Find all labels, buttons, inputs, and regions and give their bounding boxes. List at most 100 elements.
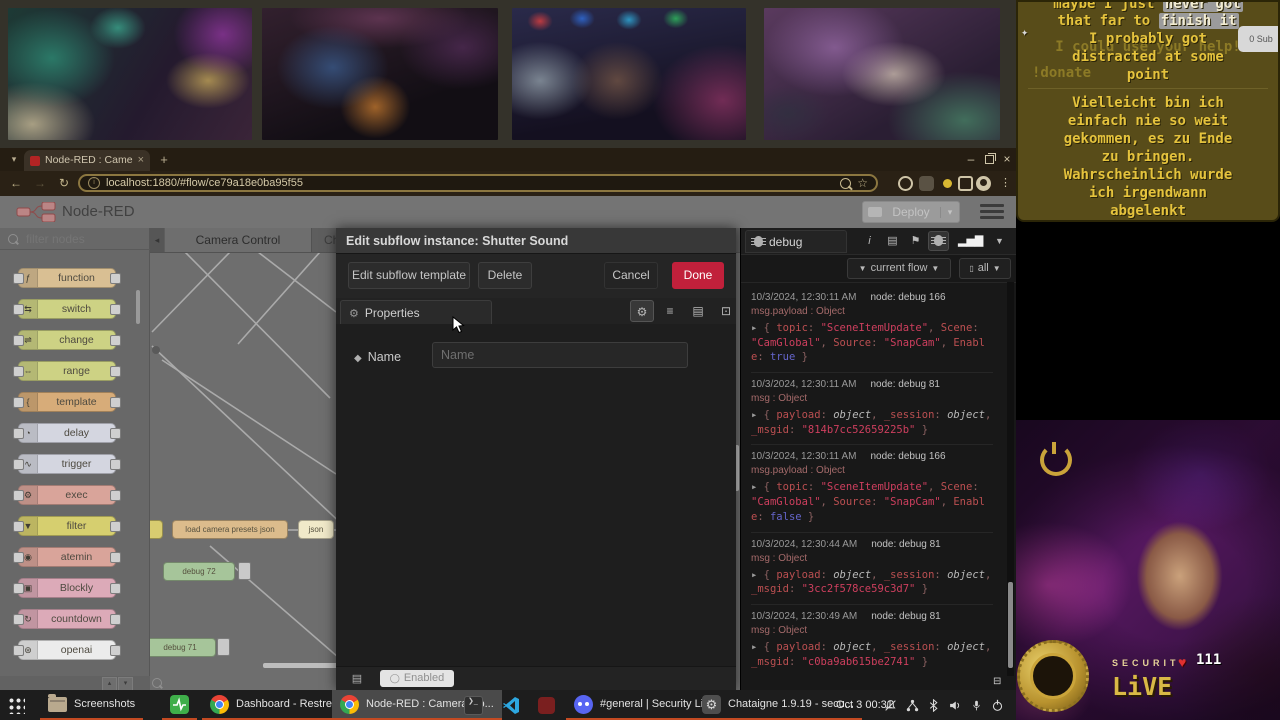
taskbar-item-screenshots[interactable]: Screenshots bbox=[40, 690, 143, 720]
palette-node-change[interactable]: ⇌change bbox=[18, 330, 116, 350]
flow-node-debug[interactable]: debug 71 bbox=[150, 638, 216, 657]
palette-node-template[interactable]: {template bbox=[18, 392, 116, 412]
profile-avatar[interactable] bbox=[976, 176, 991, 191]
palette-node-exec[interactable]: ⚙exec bbox=[18, 485, 116, 505]
scrollbar-thumb[interactable] bbox=[1008, 582, 1013, 668]
debug-tab[interactable]: debug bbox=[745, 230, 847, 253]
tab-properties[interactable]: ⚙Properties bbox=[340, 300, 492, 324]
taskbar-item-vscode[interactable] bbox=[494, 690, 529, 720]
docs-book-icon[interactable]: ▤ bbox=[348, 671, 366, 687]
debug-toggle-button[interactable] bbox=[217, 638, 230, 656]
window-close-button[interactable]: × bbox=[998, 151, 1016, 167]
palette-node-trigger[interactable]: ∿trigger bbox=[18, 454, 116, 474]
palette-node-atemin[interactable]: ◉atemin bbox=[18, 547, 116, 567]
bluetooth-icon[interactable] bbox=[928, 699, 939, 712]
palette-node-range[interactable]: ⇔range bbox=[18, 361, 116, 381]
extension-icon-3[interactable] bbox=[940, 176, 955, 191]
deploy-button[interactable]: Deploy ▾ bbox=[862, 201, 960, 223]
debug-msg-body[interactable]: ▸ { topic: "SceneItemUpdate", Scene: "Ca… bbox=[751, 480, 993, 524]
flow-node-small[interactable] bbox=[150, 520, 163, 539]
zoom-icon[interactable] bbox=[840, 178, 851, 189]
clear-all-button[interactable]: ▯all▼ bbox=[959, 258, 1011, 279]
taskbar-item-app[interactable] bbox=[530, 690, 563, 720]
power-icon[interactable] bbox=[991, 699, 1004, 712]
taskbar-item-monitor[interactable] bbox=[162, 690, 197, 720]
flag-icon[interactable]: ⚑ bbox=[905, 231, 926, 251]
palette-collapse-up-icon[interactable]: ▴ bbox=[102, 677, 117, 691]
edit-subflow-template-button[interactable]: Edit subflow template bbox=[348, 262, 470, 289]
debug-message: 10/3/2024, 12:30:11 AMnode: debug 166msg… bbox=[751, 445, 993, 532]
flow-tab-camera-control[interactable]: Camera Control bbox=[165, 228, 312, 252]
reload-button[interactable]: ↻ bbox=[56, 175, 72, 191]
site-info-icon[interactable]: i bbox=[88, 177, 100, 189]
horizontal-scrollbar[interactable] bbox=[263, 663, 340, 668]
chevron-down-icon[interactable]: ▼ bbox=[989, 231, 1010, 251]
node-input-port bbox=[13, 583, 24, 594]
node-output-port bbox=[110, 552, 121, 563]
debug-scrollbar[interactable] bbox=[1007, 282, 1014, 676]
workspace-search-icon[interactable] bbox=[152, 678, 162, 688]
back-button[interactable]: ← bbox=[8, 175, 24, 191]
microphone-icon[interactable] bbox=[971, 699, 982, 712]
palette-node-openai[interactable]: ⊛openai bbox=[18, 640, 116, 660]
palette-scrollbar[interactable] bbox=[136, 290, 140, 324]
network-share-icon[interactable] bbox=[906, 699, 919, 712]
done-button[interactable]: Done bbox=[672, 262, 724, 289]
filter-current-flow-button[interactable]: ▼current flow▼ bbox=[847, 258, 951, 279]
extensions-puzzle-icon[interactable] bbox=[958, 176, 973, 191]
palette-node-filter[interactable]: ▼filter bbox=[18, 516, 116, 536]
extension-icon-2[interactable] bbox=[919, 176, 934, 191]
debug-msg-body[interactable]: ▸ { payload: object, _session: object, _… bbox=[751, 640, 993, 669]
extension-icon-1[interactable] bbox=[898, 176, 913, 191]
debug-toggle-button[interactable] bbox=[238, 562, 251, 580]
info-icon[interactable]: i bbox=[859, 231, 880, 251]
help-book-icon[interactable]: ▤ bbox=[882, 231, 903, 251]
window-restore-button[interactable] bbox=[980, 151, 998, 167]
flow-node-json[interactable]: json bbox=[298, 520, 334, 539]
debug-msg-body[interactable]: ▸ { payload: object, _session: object, _… bbox=[751, 408, 993, 437]
url-bar[interactable]: i localhost:1880/#flow/ce79a18e0ba95f55 … bbox=[78, 174, 878, 192]
browser-tab[interactable]: Node-RED : Camera Co × bbox=[24, 150, 150, 171]
debug-message: 10/3/2024, 12:30:11 AMnode: debug 166msg… bbox=[751, 286, 993, 373]
palette-collapse-down-icon[interactable]: ▾ bbox=[118, 677, 133, 691]
forward-button[interactable]: → bbox=[32, 175, 48, 191]
volume-icon[interactable] bbox=[948, 699, 962, 712]
notifications-muted-icon[interactable] bbox=[884, 699, 897, 712]
list-icon[interactable]: ≡ bbox=[658, 300, 682, 322]
node-output-port bbox=[110, 645, 121, 656]
bookmark-star-icon[interactable]: ☆ bbox=[857, 176, 868, 190]
main-menu-icon[interactable] bbox=[980, 204, 1004, 220]
palette-node-Blockly[interactable]: ▣Blockly bbox=[18, 578, 116, 598]
taskbar-item-terminal[interactable]: ❯_ bbox=[456, 690, 491, 720]
show-apps-button[interactable] bbox=[0, 690, 33, 720]
tab-search-icon[interactable]: ▾ bbox=[6, 152, 22, 167]
enabled-toggle[interactable]: ◯Enabled bbox=[380, 670, 454, 687]
debug-panel-icon[interactable] bbox=[928, 231, 949, 251]
palette-node-function[interactable]: ƒfunction bbox=[18, 268, 116, 288]
palette-node-label: filter bbox=[38, 517, 115, 535]
palette-search[interactable] bbox=[0, 228, 150, 250]
palette-node-countdown[interactable]: ↻countdown bbox=[18, 609, 116, 629]
new-tab-button[interactable]: + bbox=[156, 152, 172, 168]
browser-menu-icon[interactable]: ⋮ bbox=[998, 176, 1013, 191]
description-icon[interactable]: ▤ bbox=[686, 300, 710, 322]
appearance-icon[interactable]: ⊡ bbox=[714, 300, 738, 322]
palette-search-input[interactable] bbox=[24, 231, 128, 247]
properties-gear-icon[interactable]: ⚙ bbox=[630, 300, 654, 322]
deploy-dropdown-icon[interactable]: ▾ bbox=[940, 207, 959, 218]
debug-msg-body[interactable]: ▸ { payload: object, _session: object, _… bbox=[751, 568, 993, 597]
palette-node-switch[interactable]: ⇆switch bbox=[18, 299, 116, 319]
cancel-button[interactable]: Cancel bbox=[604, 262, 658, 289]
name-field[interactable] bbox=[432, 342, 688, 368]
flow-node-loader[interactable]: load camera presets json bbox=[172, 520, 288, 539]
window-minimize-button[interactable]: – bbox=[962, 151, 980, 167]
palette-node-delay[interactable]: ◔delay bbox=[18, 423, 116, 443]
debug-msg-body[interactable]: ▸ { topic: "SceneItemUpdate", Scene: "Ca… bbox=[751, 321, 993, 365]
delete-button[interactable]: Delete bbox=[478, 262, 532, 289]
chart-icon[interactable]: ▂▅▇ bbox=[958, 231, 979, 251]
debug-message-list[interactable]: 10/3/2024, 12:30:11 AMnode: debug 166msg… bbox=[741, 282, 1003, 676]
tab-close-icon[interactable]: × bbox=[138, 150, 144, 171]
flow-node-debug[interactable]: debug 72 bbox=[163, 562, 235, 581]
open-in-window-icon[interactable]: ⊟ bbox=[993, 676, 1001, 687]
tab-scroll-left-icon[interactable]: ◂ bbox=[150, 228, 164, 252]
